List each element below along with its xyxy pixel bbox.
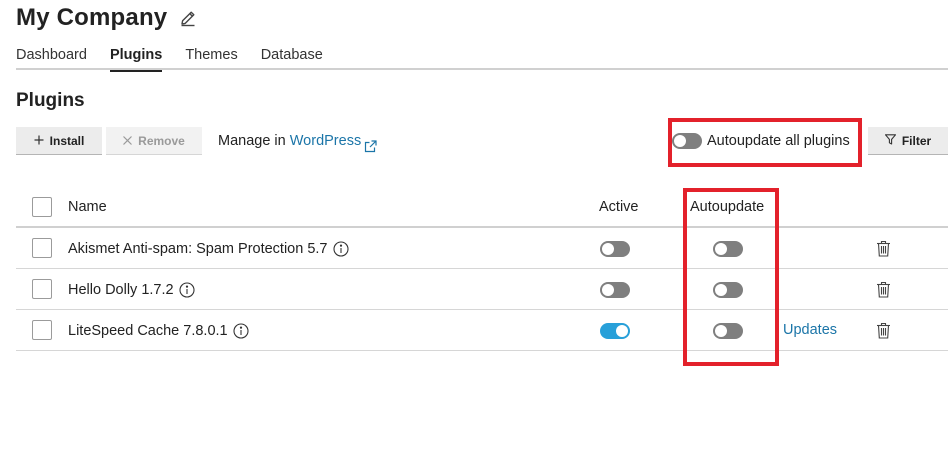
plugin-name-cell: LiteSpeed Cache 7.8.0.1	[68, 310, 249, 351]
column-header-name[interactable]: Name	[68, 187, 107, 228]
select-all-checkbox[interactable]	[32, 197, 52, 217]
trash-icon[interactable]	[876, 322, 891, 339]
section-title: Plugins	[16, 90, 85, 111]
row-checkbox[interactable]	[32, 279, 52, 299]
plugin-name: Akismet Anti-spam: Spam Protection 5.7	[68, 240, 328, 257]
tab-themes[interactable]: Themes	[185, 44, 237, 70]
plus-icon	[34, 134, 44, 148]
install-button[interactable]: Install	[16, 127, 102, 155]
updates-link[interactable]: Updates	[783, 310, 837, 351]
column-header-active: Active	[599, 199, 639, 215]
title-row: My Company	[16, 2, 197, 34]
tab-bar: Dashboard Plugins Themes Database	[16, 44, 948, 72]
tab-dashboard[interactable]: Dashboard	[16, 44, 87, 70]
table-row: LiteSpeed Cache 7.8.0.1 Updates	[16, 310, 948, 351]
close-icon	[123, 134, 133, 148]
page-title: My Company	[16, 4, 168, 31]
active-toggle[interactable]	[600, 282, 630, 298]
filter-icon	[884, 133, 896, 148]
external-link-icon[interactable]	[364, 135, 377, 152]
install-button-label: Install	[49, 133, 85, 148]
table-row: Akismet Anti-spam: Spam Protection 5.7	[16, 228, 948, 269]
table-header: Name Active Autoupdate	[16, 187, 948, 228]
manage-prefix: Manage in	[218, 133, 290, 149]
tab-plugins[interactable]: Plugins	[109, 44, 163, 72]
table-row: Hello Dolly 1.7.2	[16, 269, 948, 310]
manage-in-wordpress: Manage in WordPress	[218, 127, 377, 155]
trash-icon[interactable]	[876, 281, 891, 298]
plugin-name-cell: Akismet Anti-spam: Spam Protection 5.7	[68, 228, 349, 269]
trash-icon[interactable]	[876, 240, 891, 257]
info-icon[interactable]	[233, 322, 249, 339]
highlight-box-autoupdate-column	[683, 188, 779, 366]
plugin-name-cell: Hello Dolly 1.7.2	[68, 269, 195, 310]
pencil-icon[interactable]	[179, 9, 197, 27]
tab-database[interactable]: Database	[261, 44, 323, 70]
remove-button[interactable]: Remove	[106, 127, 202, 155]
filter-button[interactable]: Filter	[868, 127, 948, 155]
plugin-name: Hello Dolly 1.7.2	[68, 281, 174, 298]
row-checkbox[interactable]	[32, 320, 52, 340]
info-icon[interactable]	[332, 240, 349, 257]
info-icon[interactable]	[179, 281, 195, 298]
plugins-table: Name Active Autoupdate Akismet Anti-spam…	[16, 187, 948, 351]
active-toggle[interactable]	[600, 241, 630, 257]
wordpress-link[interactable]: WordPress	[290, 133, 361, 149]
remove-button-label: Remove	[138, 133, 185, 148]
highlight-box-autoupdate-all	[668, 118, 862, 167]
filter-button-label: Filter	[901, 133, 932, 148]
active-toggle[interactable]	[600, 323, 630, 339]
row-checkbox[interactable]	[32, 238, 52, 258]
plugin-name: LiteSpeed Cache 7.8.0.1	[68, 322, 228, 339]
